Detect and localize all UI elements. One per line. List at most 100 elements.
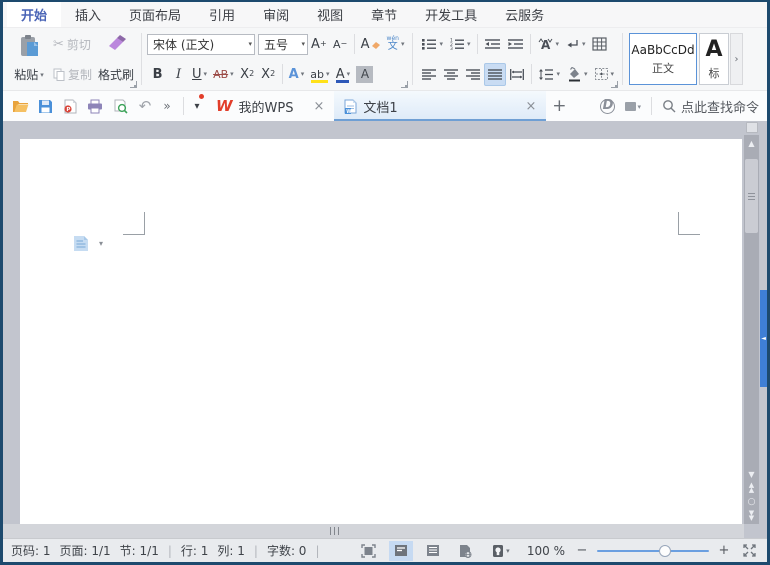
distribute-button[interactable] bbox=[506, 63, 528, 86]
focus-mode-button[interactable] bbox=[357, 541, 381, 561]
bold-button[interactable]: B bbox=[147, 63, 168, 86]
export-pdf-button[interactable]: P bbox=[61, 97, 79, 115]
italic-button[interactable]: I bbox=[168, 63, 189, 86]
font-family-select[interactable]: 宋体 (正文) ▾ bbox=[147, 34, 255, 55]
copy-button[interactable]: 复制 bbox=[51, 64, 94, 84]
clipboard-dialog-launcher[interactable] bbox=[130, 81, 137, 88]
zoom-percent[interactable]: 100 % bbox=[527, 544, 565, 558]
decrease-indent-button[interactable] bbox=[481, 33, 504, 56]
tips-button[interactable]: ▾ bbox=[485, 541, 517, 561]
open-button[interactable] bbox=[11, 97, 29, 115]
close-tab-icon[interactable]: × bbox=[314, 99, 325, 114]
table-button[interactable] bbox=[589, 33, 610, 56]
clear-format-button[interactable]: A bbox=[358, 33, 384, 56]
strikethrough-label: AB bbox=[213, 68, 228, 81]
find-command-box[interactable]: 点此查找命令 bbox=[651, 97, 759, 115]
task-pane-toggle[interactable]: ◄ bbox=[760, 290, 767, 387]
underline-button[interactable]: U▾ bbox=[189, 63, 210, 86]
print-button[interactable] bbox=[86, 97, 104, 115]
text-effects-button[interactable]: A▾ bbox=[286, 63, 308, 86]
justify-button[interactable] bbox=[484, 63, 506, 86]
shrink-font-button[interactable]: A− bbox=[330, 33, 351, 56]
pinyin-icon: wén 文 bbox=[387, 36, 399, 52]
docer-icon[interactable]: D bbox=[600, 99, 615, 114]
tab-list-button[interactable]: ▾ bbox=[625, 102, 641, 111]
bullets-button[interactable]: ▾ bbox=[418, 33, 446, 56]
page-assistant-button[interactable]: ▾ bbox=[72, 235, 103, 252]
tab-document1[interactable]: W 文档1 × bbox=[334, 91, 546, 121]
font-size-select[interactable]: 五号 ▾ bbox=[258, 34, 308, 55]
superscript-button[interactable]: X2 bbox=[237, 63, 258, 86]
styles-more-button[interactable]: › bbox=[730, 33, 743, 85]
status-line[interactable]: 行: 1 bbox=[181, 542, 209, 559]
align-left-button[interactable] bbox=[418, 63, 440, 86]
highlight-button[interactable]: ab▾ bbox=[307, 63, 332, 86]
tab-developer[interactable]: 开发工具 bbox=[411, 2, 491, 27]
numbering-button[interactable]: 1 2 3 ▾ bbox=[446, 33, 474, 56]
tab-home[interactable]: 开始 bbox=[7, 2, 61, 27]
select-browse-object-button[interactable]: ○ bbox=[748, 498, 756, 506]
char-shading-icon: A bbox=[356, 66, 373, 83]
style-heading[interactable]: A 标 bbox=[699, 33, 729, 85]
outline-view-button[interactable] bbox=[421, 541, 445, 561]
next-page-button[interactable]: ▼▼ bbox=[749, 511, 754, 521]
tab-view[interactable]: 视图 bbox=[303, 2, 357, 27]
paragraph-dialog-launcher[interactable] bbox=[611, 81, 618, 88]
char-shading-button[interactable]: A bbox=[353, 63, 376, 86]
grow-font-button[interactable]: A+ bbox=[308, 33, 330, 56]
previous-page-button[interactable]: ▲▲ bbox=[749, 483, 754, 493]
zoom-slider-thumb[interactable] bbox=[659, 545, 671, 557]
status-page-number[interactable]: 页码: 1 bbox=[11, 542, 51, 559]
tab-review[interactable]: 审阅 bbox=[249, 2, 303, 27]
wrap-button[interactable]: ▾ bbox=[562, 33, 589, 56]
close-tab-icon[interactable]: × bbox=[526, 99, 537, 114]
phonetic-guide-button[interactable]: wén 文 ▾ bbox=[384, 33, 408, 56]
tab-my-wps[interactable]: W 我的WPS × bbox=[206, 91, 334, 121]
cut-button[interactable]: ✂ 剪切 bbox=[51, 34, 94, 54]
status-pages[interactable]: 页面: 1/1 bbox=[60, 542, 111, 559]
align-right-button[interactable] bbox=[462, 63, 484, 86]
undo-button[interactable]: ↶ bbox=[136, 97, 154, 115]
fit-page-button[interactable] bbox=[739, 541, 759, 561]
tab-page-layout[interactable]: 页面布局 bbox=[115, 2, 195, 27]
align-center-button[interactable] bbox=[440, 63, 462, 86]
new-tab-button[interactable]: + bbox=[546, 91, 572, 121]
print-preview-button[interactable] bbox=[111, 97, 129, 115]
line-spacing-button[interactable]: ▾ bbox=[535, 63, 563, 86]
style-normal[interactable]: AaBbCcDd 正文 bbox=[629, 33, 697, 85]
vertical-scrollbar[interactable]: ▲ ▼ ▲▲ ○ ▼▼ bbox=[744, 135, 759, 524]
print-layout-view-button[interactable] bbox=[389, 541, 413, 561]
subscript-button[interactable]: X2 bbox=[258, 63, 279, 86]
zoom-slider[interactable] bbox=[597, 544, 709, 558]
strikethrough-button[interactable]: AB▾ bbox=[210, 63, 237, 86]
web-layout-view-button[interactable] bbox=[453, 541, 477, 561]
save-button[interactable] bbox=[36, 97, 54, 115]
zoom-in-button[interactable]: + bbox=[717, 543, 731, 558]
zoom-out-button[interactable]: − bbox=[575, 543, 589, 558]
ruler-toggle-button[interactable] bbox=[746, 122, 758, 133]
tab-references[interactable]: 引用 bbox=[195, 2, 249, 27]
increase-indent-button[interactable] bbox=[504, 33, 527, 56]
scroll-up-button[interactable]: ▲ bbox=[744, 139, 759, 148]
tab-insert[interactable]: 插入 bbox=[61, 2, 115, 27]
font-color-button[interactable]: A▾ bbox=[332, 63, 353, 86]
vertical-scrollbar-thumb[interactable] bbox=[745, 159, 758, 233]
style-normal-name: 正文 bbox=[652, 60, 674, 76]
tab-cloud[interactable]: 云服务 bbox=[491, 2, 558, 27]
horizontal-scrollbar-grip bbox=[330, 527, 339, 535]
status-section[interactable]: 节: 1/1 bbox=[120, 542, 159, 559]
customize-toolbar-button[interactable]: ▾ bbox=[188, 91, 206, 121]
quick-access-overflow-button[interactable]: » bbox=[161, 97, 173, 115]
scroll-down-button[interactable]: ▼ bbox=[748, 471, 754, 478]
format-painter-button[interactable]: 格式刷 bbox=[96, 31, 136, 87]
horizontal-scrollbar[interactable] bbox=[3, 524, 744, 538]
document-page[interactable]: ▾ bbox=[20, 139, 742, 524]
tab-section[interactable]: 章节 bbox=[357, 2, 411, 27]
chevron-down-icon: ▾ bbox=[637, 103, 641, 111]
font-dialog-launcher[interactable] bbox=[401, 81, 408, 88]
paste-button[interactable]: 粘贴▾ bbox=[9, 31, 49, 87]
text-tools-button[interactable]: A ▾ bbox=[534, 33, 563, 56]
shading-button[interactable]: ▾ bbox=[563, 63, 591, 86]
status-word-count[interactable]: 字数: 0 bbox=[267, 542, 307, 559]
status-column[interactable]: 列: 1 bbox=[217, 542, 245, 559]
